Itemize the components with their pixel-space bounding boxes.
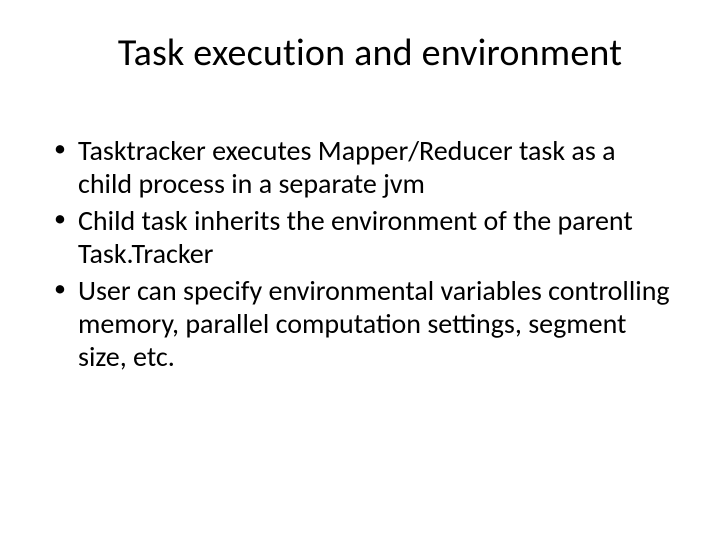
bullet-item: Child task inherits the environment of t… <box>50 204 670 270</box>
slide-body: Tasktracker executes Mapper/Reducer task… <box>40 134 680 373</box>
slide: Task execution and environment Tasktrack… <box>0 0 720 540</box>
bullet-list: Tasktracker executes Mapper/Reducer task… <box>50 134 670 373</box>
slide-title: Task execution and environment <box>60 30 680 76</box>
bullet-item: Tasktracker executes Mapper/Reducer task… <box>50 134 670 200</box>
bullet-item: User can specify environmental variables… <box>50 274 670 373</box>
